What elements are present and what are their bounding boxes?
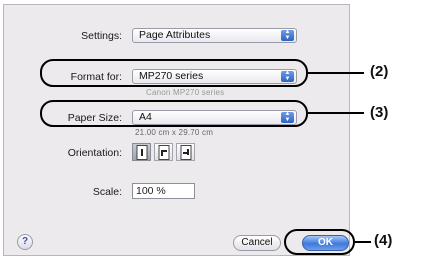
ok-callout <box>284 229 355 255</box>
settings-label: Settings: <box>81 30 122 42</box>
landscape-left-icon <box>158 145 170 160</box>
paper-size-callout <box>40 100 308 127</box>
format-for-subtext: Canon MP270 series <box>146 88 225 97</box>
paper-size-dimensions: 21.00 cm x 29.70 cm <box>135 128 214 137</box>
settings-popup[interactable]: Page Attributes ▲ ▼ <box>132 28 297 43</box>
marker-paper-size: (3) <box>370 104 389 121</box>
orientation-landscape-left-button[interactable] <box>154 143 173 161</box>
landscape-right-icon <box>180 145 192 160</box>
marker-ok: (4) <box>374 232 393 249</box>
orientation-portrait-button[interactable] <box>132 143 151 161</box>
format-for-leader-line <box>308 72 364 74</box>
orientation-label: Orientation: <box>67 147 122 159</box>
portrait-icon <box>136 145 148 160</box>
paper-size-leader-line <box>308 112 364 114</box>
help-button[interactable]: ? <box>17 234 33 250</box>
cancel-button[interactable]: Cancel <box>233 235 281 251</box>
popup-arrows-icon: ▲ ▼ <box>281 29 294 41</box>
orientation-landscape-right-button[interactable] <box>176 143 195 161</box>
marker-format-for: (2) <box>370 63 389 80</box>
ok-leader-line <box>355 241 371 243</box>
scale-input[interactable]: 100 % <box>132 183 195 199</box>
settings-value: Page Attributes <box>139 29 211 41</box>
scale-label: Scale: <box>92 186 122 198</box>
page-setup-dialog: Settings: Page Attributes ▲ ▼ Format for:… <box>3 4 350 256</box>
format-for-callout <box>40 59 308 87</box>
